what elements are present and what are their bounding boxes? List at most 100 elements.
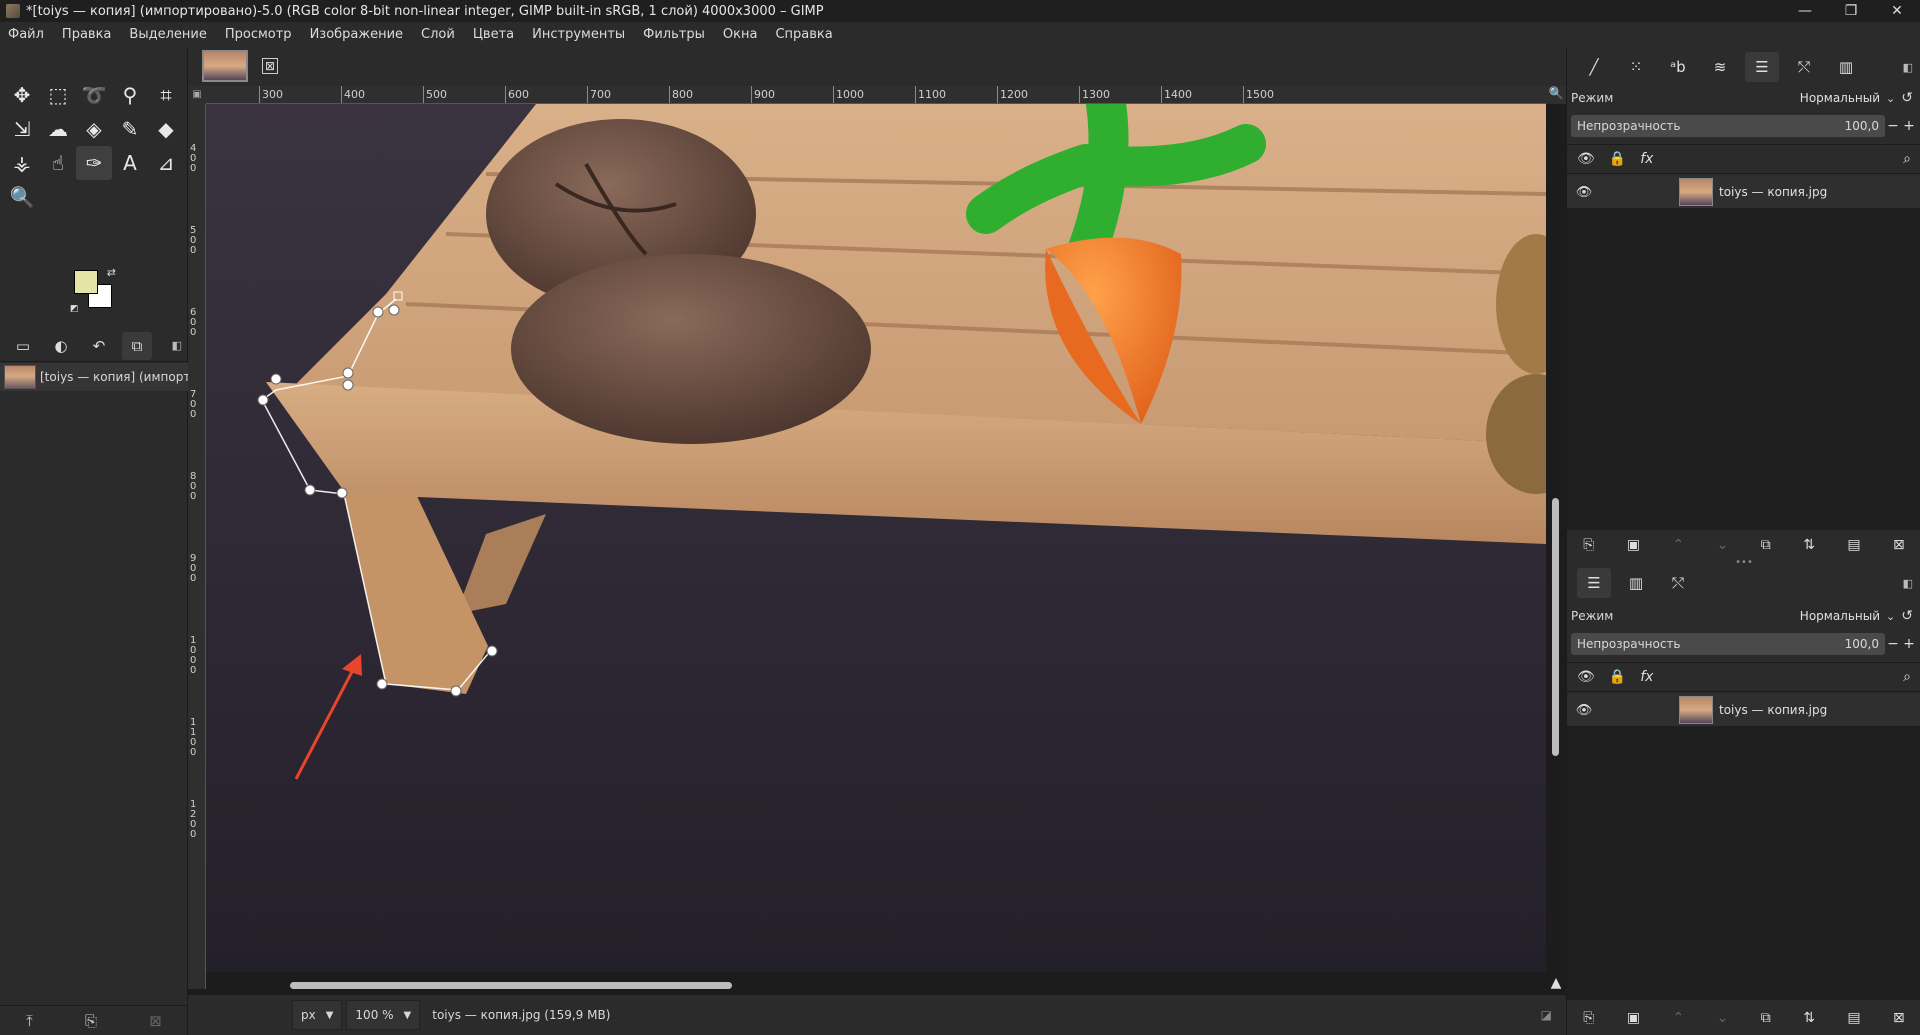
mode-reset-icon[interactable]: ↺ [1901,608,1913,624]
crop-tool-button[interactable]: ⌗ [148,78,184,112]
menu-item-5[interactable]: Слой [412,22,464,48]
menu-item-2[interactable]: Выделение [120,22,215,48]
document-history-tab[interactable]: ≋ [1703,52,1737,82]
delete-layer-icon[interactable]: ⊠ [1893,537,1905,553]
vertical-scrollbar[interactable] [1546,104,1566,972]
fx-icon[interactable]: fx [1640,151,1653,167]
vertical-scroll-thumb[interactable] [1552,498,1559,756]
layer-row[interactable]: 👁 toiys — копия.jpg [1567,176,1920,208]
move-tool-button[interactable]: ✥ [4,78,40,112]
paths-tab[interactable]: ⤲ [1787,52,1821,82]
horizontal-ruler[interactable]: 300 400 500 600 700 800 900 1000 1100 1200 1300 140… [206,86,1546,104]
brushes-tab[interactable]: ╱ [1577,52,1611,82]
lock-icon[interactable]: 🔒 [1609,151,1626,167]
menu-item-3[interactable]: Просмотр [216,22,301,48]
bucket-fill-tool-button[interactable]: ◈ [76,112,112,146]
mode-select[interactable]: Нормальный [1800,91,1880,105]
opacity-slider[interactable]: Непрозрачность 100,0 [1571,115,1885,137]
foreground-color-swatch[interactable] [74,270,98,294]
eye-icon[interactable]: 👁 [1577,151,1595,167]
image-list-item[interactable]: [toiys — копия] (импортир [0,363,188,391]
zoom-select[interactable]: 100 % ▼ [346,1000,421,1030]
menu-item-6[interactable]: Цвета [464,22,523,48]
image-canvas[interactable] [206,104,1546,972]
paths-tab-2[interactable]: ⤲ [1661,568,1695,598]
image-tab[interactable] [202,50,248,82]
menu-item-1[interactable]: Правка [53,22,120,48]
images-tab[interactable]: ⧉ [122,331,152,360]
fonts-tab[interactable]: ᵃb [1661,52,1695,82]
new-layer-group-icon[interactable]: ▣ [1627,1010,1640,1026]
quick-mask-toggle[interactable]: ▣ [188,86,206,104]
minimize-button[interactable]: — [1782,0,1828,22]
close-button[interactable]: ✕ [1874,0,1920,22]
delete-image-icon[interactable]: ⊠ [149,1012,162,1030]
menu-item-9[interactable]: Окна [714,22,767,48]
swap-colors-icon[interactable]: ⇄ [107,266,116,279]
new-display-icon[interactable]: ⎘ [85,1012,97,1030]
clone-tool-button[interactable]: ⚶ [4,146,40,180]
reset-colors-icon[interactable]: ◩ [70,304,79,314]
fx-icon[interactable]: fx [1640,669,1653,685]
raise-layer-icon[interactable]: ⌃ [1672,537,1684,553]
maximize-button[interactable]: ❐ [1828,0,1874,22]
lock-icon[interactable]: 🔒 [1609,669,1626,685]
paths-tool-button[interactable]: ✑ [76,146,112,180]
raise-layer-icon[interactable]: ⌃ [1672,1010,1684,1026]
warp-transform-tool-button[interactable]: ☁ [40,112,76,146]
unit-select[interactable]: px ▼ [292,1000,343,1030]
channels-tab-2[interactable]: ▥ [1619,568,1653,598]
new-layer-icon[interactable]: ⎘ [1583,1010,1594,1026]
menu-item-10[interactable]: Справка [766,22,841,48]
mode-reset-icon[interactable]: ↺ [1901,90,1913,106]
plus-icon[interactable]: + [1901,118,1917,134]
text-tool-button[interactable]: A [112,146,148,180]
horizontal-scroll-thumb[interactable] [290,982,732,989]
menu-item-4[interactable]: Изображение [301,22,412,48]
layers-tab-2[interactable]: ☰ [1577,568,1611,598]
visibility-eye-icon[interactable]: 👁 [1569,703,1599,718]
paintbrush-tool-button[interactable]: ✎ [112,112,148,146]
layer-name[interactable]: toiys — копия.jpg [1719,703,1827,717]
duplicate-layer-icon[interactable]: ⧉ [1761,1010,1771,1026]
dock-menu-icon[interactable]: ◧ [1903,577,1913,590]
layer-row[interactable]: 👁 toiys — копия.jpg [1567,694,1920,726]
lower-layer-icon[interactable]: ⌄ [1717,1010,1729,1026]
merge-layer-icon[interactable]: ⇅ [1803,1010,1815,1026]
measure-tool-button[interactable]: ⊿ [148,146,184,180]
plus-icon[interactable]: + [1901,636,1917,652]
lower-layer-icon[interactable]: ⌄ [1717,537,1729,553]
dock-menu-icon[interactable]: ◧ [172,339,182,352]
channels-tab[interactable]: ▥ [1829,52,1863,82]
minus-icon[interactable]: − [1885,636,1901,652]
status-corner-icon[interactable]: ◪ [1541,1008,1552,1022]
zoom-image-icon[interactable]: 🔍 [1546,86,1566,104]
delete-layer-icon[interactable]: ⊠ [1893,1010,1905,1026]
dock-menu-icon[interactable]: ◧ [1903,61,1913,74]
minus-icon[interactable]: − [1885,118,1901,134]
smudge-tool-button[interactable]: ☝ [40,146,76,180]
layer-name[interactable]: toiys — копия.jpg [1719,185,1827,199]
raise-view-icon[interactable]: ⤒ [26,1012,33,1030]
vertical-ruler[interactable]: 400 500 600 700 800 900 1000 1100 1200 [188,104,206,989]
new-layer-icon[interactable]: ⎘ [1583,537,1594,553]
patterns-tab[interactable]: ⁙ [1619,52,1653,82]
merge-layer-icon[interactable]: ⇅ [1803,537,1815,553]
new-layer-group-icon[interactable]: ▣ [1627,537,1640,553]
mask-icon[interactable]: ▤ [1847,537,1860,553]
fuzzy-select-tool-button[interactable]: ⚲ [112,78,148,112]
menu-item-0[interactable]: Файл [0,22,53,48]
menu-item-8[interactable]: Фильтры [634,22,714,48]
eraser-tool-button[interactable]: ◆ [148,112,184,146]
duplicate-layer-icon[interactable]: ⧉ [1761,537,1771,553]
tool-options-tab[interactable]: ▭ [8,332,38,360]
unified-transform-tool-button[interactable]: ⇲ [4,112,40,146]
mask-icon[interactable]: ▤ [1847,1010,1860,1026]
opacity-slider[interactable]: Непрозрачность 100,0 [1571,633,1885,655]
device-status-tab[interactable]: ◐ [46,332,76,360]
search-icon[interactable]: ⌕ [1903,669,1911,685]
layers-tab[interactable]: ☰ [1745,52,1779,82]
navigate-icon[interactable]: ▲ [1546,975,1566,995]
search-icon[interactable]: ⌕ [1903,151,1911,167]
zoom-tool-button[interactable]: 🔍 [4,180,40,214]
